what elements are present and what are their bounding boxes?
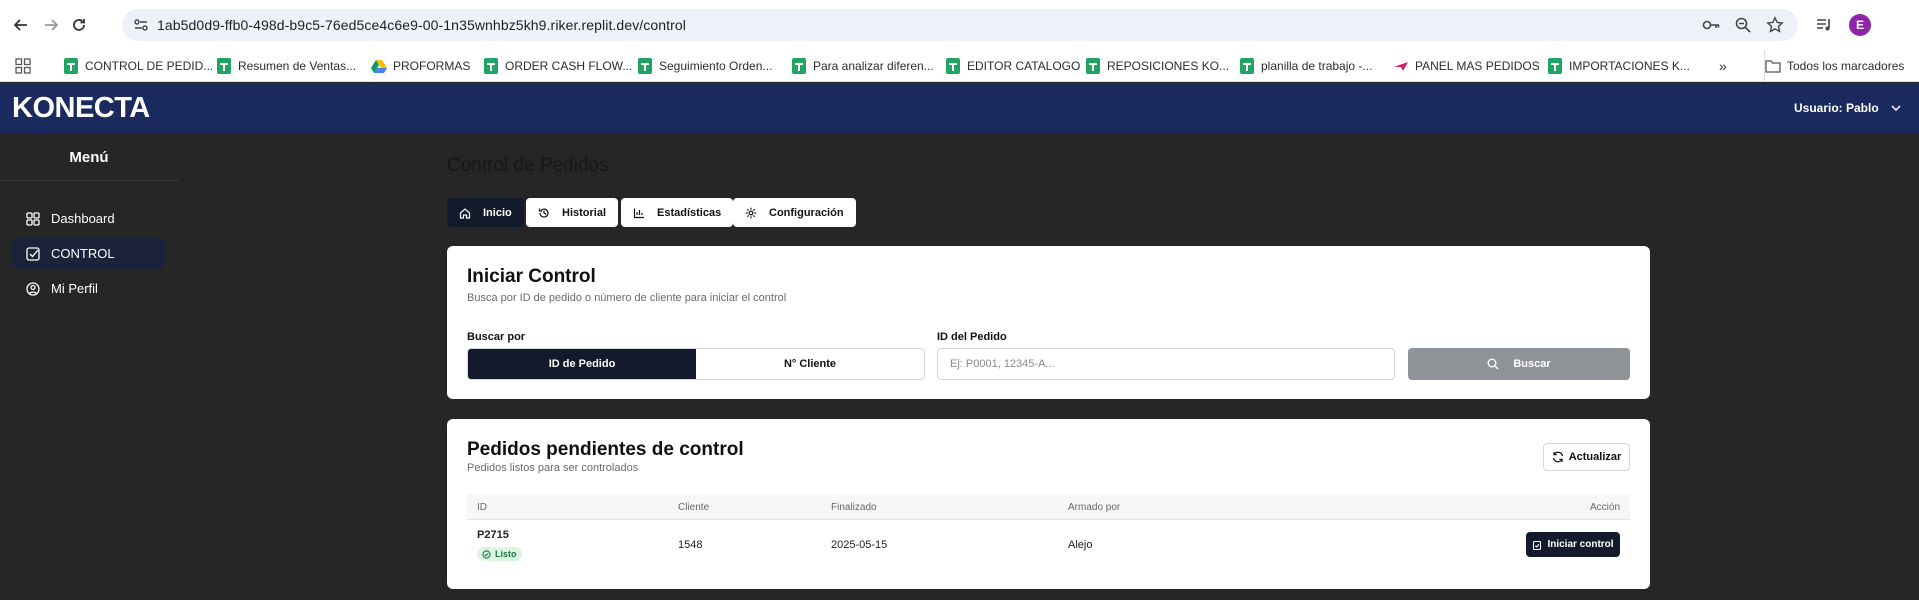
sidebar-divider <box>0 180 178 181</box>
sidebar-item-label: Dashboard <box>51 211 115 226</box>
forward-button[interactable] <box>39 13 63 37</box>
url-text[interactable]: 1ab5d0d9-ffb0-498d-b9c5-76ed5ce4c6e9-00-… <box>157 17 686 33</box>
order-id: P2715 <box>477 529 509 541</box>
bar-chart-icon <box>633 208 644 218</box>
bookmark-item[interactable]: EDITOR CATALOGO <box>945 50 1080 82</box>
refresh-button[interactable]: Actualizar <box>1543 443 1630 471</box>
client-number: 1548 <box>678 539 703 551</box>
app-logo: KONECTA <box>12 92 150 124</box>
clipboard-check-icon <box>1533 540 1542 550</box>
bookmark-item[interactable]: Para analizar diferen... <box>791 50 934 82</box>
sheets-icon <box>483 58 499 74</box>
tab-configuracion[interactable]: Configuración <box>733 198 856 227</box>
back-button[interactable] <box>9 13 33 37</box>
option-order-id[interactable]: ID de Pedido <box>468 349 696 379</box>
column-header: Finalizado <box>831 501 877 513</box>
column-header: ID <box>477 501 487 513</box>
site-settings-icon[interactable] <box>132 16 150 34</box>
sheets-icon <box>791 58 807 74</box>
card-title: Pedidos pendientes de control <box>467 439 744 460</box>
sidebar-item-control[interactable]: CONTROL <box>12 238 165 269</box>
refresh-icon <box>1552 451 1563 463</box>
user-name: Usuario: Pablo <box>1794 101 1879 115</box>
sidebar-item-dashboard[interactable]: Dashboard <box>12 203 165 234</box>
bookmark-item[interactable]: PROFORMAS <box>371 50 470 82</box>
apps-icon[interactable] <box>15 50 31 82</box>
tab-inicio[interactable]: Inicio <box>447 198 524 227</box>
bookmark-item[interactable]: ORDER CASH FLOW... <box>483 50 632 82</box>
home-icon <box>459 207 471 219</box>
arrow-left-icon <box>13 19 27 31</box>
option-client-number[interactable]: N° Cliente <box>696 349 924 379</box>
sheets-icon <box>637 58 653 74</box>
bookmarks-bar: CONTROL DE PEDID... Resumen de Ventas...… <box>0 50 1919 82</box>
tab-estadisticas[interactable]: Estadísticas <box>621 198 734 227</box>
sheets-icon <box>1085 58 1101 74</box>
bookmark-item[interactable]: PANEL MAS PEDIDOS <box>1393 50 1540 82</box>
sheets-icon <box>945 58 961 74</box>
bookmark-item[interactable]: planilla de trabajo -... <box>1239 50 1372 82</box>
bookmark-item[interactable]: Seguimiento Orden... <box>637 50 772 82</box>
search-by-label: Buscar por <box>467 331 526 343</box>
drive-icon <box>371 58 387 74</box>
column-header: Cliente <box>678 501 710 513</box>
grid-icon <box>25 211 41 227</box>
page-title: Control de Pedidos <box>447 155 609 176</box>
check-circle-icon <box>482 549 491 559</box>
search-by-toggle: ID de Pedido N° Cliente <box>467 348 925 380</box>
bookmark-item[interactable]: IMPORTACIONES K... <box>1547 50 1690 82</box>
search-icon <box>1487 358 1499 370</box>
bookmark-item[interactable]: CONTROL DE PEDID... <box>63 50 213 82</box>
reload-button[interactable] <box>67 13 91 37</box>
reload-icon <box>73 19 85 31</box>
plane-icon <box>1393 58 1409 74</box>
column-header: Acción <box>1589 501 1620 513</box>
media-controls-icon[interactable] <box>1812 13 1836 37</box>
bookmark-star-icon[interactable] <box>1763 13 1787 37</box>
history-icon <box>538 207 549 218</box>
password-key-icon[interactable] <box>1699 13 1723 37</box>
checkbox-icon <box>25 246 41 262</box>
order-id-input[interactable] <box>937 348 1395 380</box>
sidebar-item-label: Mi Perfil <box>51 281 98 296</box>
sidebar-title: Menú <box>69 149 109 166</box>
card-subtitle: Busca por ID de pedido o número de clien… <box>467 292 787 304</box>
start-control-button[interactable]: Iniciar control <box>1526 532 1620 557</box>
sheets-icon <box>1547 58 1563 74</box>
more-bookmarks-chevron-icon[interactable]: » <box>1719 50 1727 82</box>
tab-historial[interactable]: Historial <box>526 198 619 227</box>
user-menu[interactable]: Usuario: Pablo <box>1794 101 1901 115</box>
zoom-icon[interactable] <box>1731 13 1755 37</box>
bookmark-item[interactable]: Resumen de Ventas... <box>216 50 356 82</box>
profile-avatar[interactable]: E <box>1849 14 1871 36</box>
folder-icon <box>1765 58 1781 74</box>
all-bookmarks-folder[interactable]: Todos los marcadores <box>1764 50 1904 82</box>
app-header <box>0 83 1919 133</box>
sheets-icon <box>216 58 232 74</box>
order-id-label: ID del Pedido <box>937 331 1007 343</box>
card-subtitle: Pedidos listos para ser controlados <box>467 462 639 474</box>
search-button[interactable]: Buscar <box>1408 348 1630 380</box>
finished-date: 2025-05-15 <box>831 539 888 551</box>
sheets-icon <box>1239 58 1255 74</box>
column-header: Armado por <box>1068 501 1121 513</box>
assembled-by: Alejo <box>1068 539 1093 551</box>
chevron-down-icon <box>1891 105 1901 112</box>
arrow-right-icon <box>45 19 59 31</box>
gear-icon <box>745 207 757 218</box>
sidebar-item-profile[interactable]: Mi Perfil <box>12 273 165 304</box>
card-title: Iniciar Control <box>467 266 596 287</box>
bookmark-item[interactable]: REPOSICIONES KO... <box>1085 50 1229 82</box>
user-circle-icon <box>25 281 41 297</box>
sidebar-item-label: CONTROL <box>51 246 115 261</box>
table-header: ID Cliente Finalizado Armado por Acción <box>467 494 1630 520</box>
sheets-icon <box>63 58 79 74</box>
status-badge: Listo <box>477 547 522 561</box>
